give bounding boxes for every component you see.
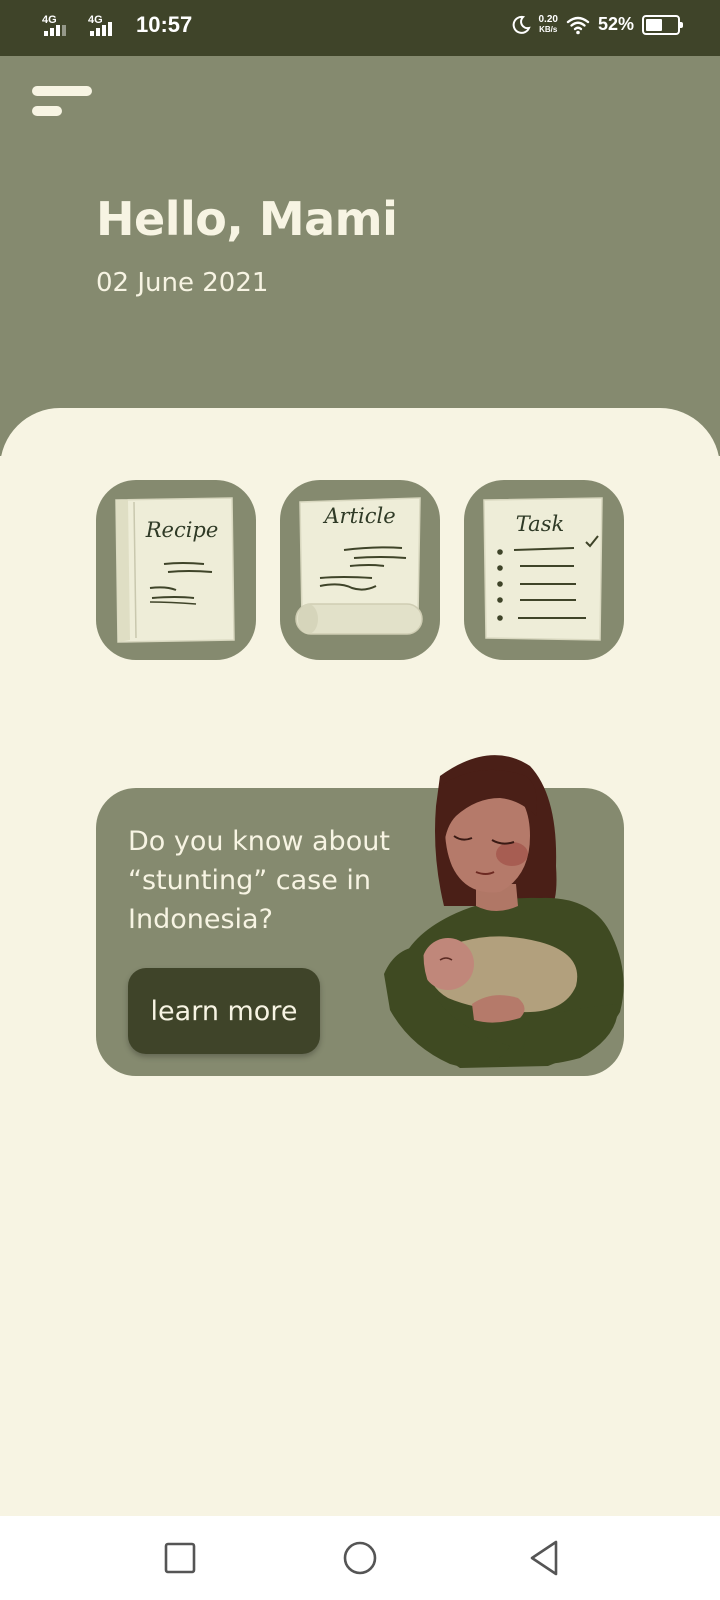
- main-content: Recipe Article Task Do you know about “s…: [0, 408, 720, 1516]
- signal-icon: 4G: [40, 12, 74, 38]
- header: Hello, Mami 02 June 2021: [0, 56, 720, 456]
- clock: 10:57: [136, 12, 193, 37]
- article-label: Article: [324, 504, 396, 528]
- article-tile[interactable]: Article: [280, 480, 440, 660]
- task-label: Task: [515, 512, 565, 536]
- battery-icon: [642, 14, 683, 35]
- back-icon[interactable]: [526, 1538, 566, 1578]
- network-speed: 0.20 KB/s: [538, 13, 558, 35]
- recipe-tile[interactable]: Recipe: [96, 480, 256, 660]
- hamburger-menu-icon[interactable]: [32, 86, 92, 122]
- speed-unit: KB/s: [539, 24, 558, 34]
- wifi-icon: [566, 16, 590, 34]
- status-bar: 4G 4G 10:57 0.20 KB/s 52%: [0, 0, 720, 56]
- card-text: Do you know about “stunting” case in Ind…: [128, 826, 390, 935]
- recipe-label: Recipe: [145, 518, 219, 542]
- recent-apps-icon[interactable]: [160, 1538, 200, 1578]
- system-nav-bar: [0, 1516, 720, 1600]
- recipe-book-icon: [115, 497, 235, 643]
- home-icon[interactable]: [340, 1538, 380, 1578]
- speed-value: 0.20: [538, 13, 558, 25]
- task-checklist-icon: [483, 497, 603, 641]
- status-left: 4G 4G 10:57: [40, 12, 192, 38]
- date-label: 02 June 2021: [96, 268, 269, 298]
- task-tile[interactable]: Task: [464, 480, 624, 660]
- moon-icon: [512, 15, 531, 34]
- status-right: 0.20 KB/s 52%: [511, 13, 683, 35]
- learn-more-button[interactable]: learn more: [128, 968, 320, 1054]
- battery-percent: 52%: [597, 14, 634, 34]
- signal-icon: 4G: [86, 12, 120, 38]
- mother-holding-baby-illustration: [384, 755, 624, 1068]
- battery-fill: [646, 18, 662, 31]
- greeting: Hello, Mami: [96, 192, 398, 246]
